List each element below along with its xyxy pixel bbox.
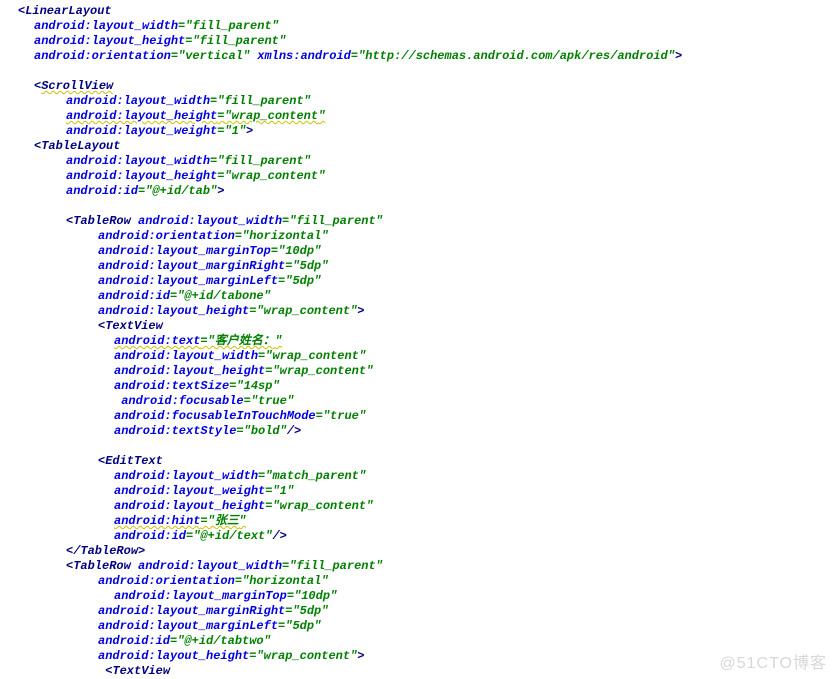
line: android:text="客户姓名：" <box>18 334 837 349</box>
line: android:orientation="horizontal" <box>18 229 837 244</box>
line: android:layout_height="wrap_content" <box>18 109 837 124</box>
line: android:layout_marginRight="5dp" <box>18 259 837 274</box>
line: android:layout_weight="1" <box>18 484 837 499</box>
line: android:id="@+id/tabtwo" <box>18 634 837 649</box>
line: android:layout_width="match_parent" <box>18 469 837 484</box>
line: android:textSize="14sp" <box>18 379 837 394</box>
line: android:layout_height="wrap_content" <box>18 499 837 514</box>
line: android:layout_weight="1"> <box>18 124 837 139</box>
code-block: <LinearLayout android:layout_width="fill… <box>0 0 837 679</box>
line: android:layout_height="wrap_content"> <box>18 304 837 319</box>
line: android:orientation="horizontal" <box>18 574 837 589</box>
line: android:id="@+id/text"/> <box>18 529 837 544</box>
line: android:layout_width="fill_parent" <box>18 154 837 169</box>
line: android:focusable="true" <box>18 394 837 409</box>
line: <LinearLayout <box>18 4 837 19</box>
line: android:layout_marginLeft="5dp" <box>18 619 837 634</box>
line: android:layout_width="fill_parent" <box>18 94 837 109</box>
line: android:id="@+id/tabone" <box>18 289 837 304</box>
line: <TextView <box>18 664 837 679</box>
line: <TableRow android:layout_width="fill_par… <box>18 214 837 229</box>
line: android:orientation="vertical" xmlns:and… <box>18 49 837 64</box>
line: android:id="@+id/tab"> <box>18 184 837 199</box>
line: <TableRow android:layout_width="fill_par… <box>18 559 837 574</box>
line: android:layout_width="wrap_content" <box>18 349 837 364</box>
line: android:layout_marginTop="10dp" <box>18 589 837 604</box>
line: </TableRow> <box>18 544 837 559</box>
line: android:layout_height="wrap_content" <box>18 364 837 379</box>
line: android:layout_height="wrap_content"> <box>18 649 837 664</box>
line: android:textStyle="bold"/> <box>18 424 837 439</box>
line: <ScrollView <box>18 79 837 94</box>
line: android:layout_marginRight="5dp" <box>18 604 837 619</box>
line: <EditText <box>18 454 837 469</box>
line: android:hint="张三" <box>18 514 837 529</box>
line: android:focusableInTouchMode="true" <box>18 409 837 424</box>
line: <TextView <box>18 319 837 334</box>
line: android:layout_width="fill_parent" <box>18 19 837 34</box>
line: <TableLayout <box>18 139 837 154</box>
line: android:layout_height="wrap_content" <box>18 169 837 184</box>
line: android:layout_height="fill_parent" <box>18 34 837 49</box>
watermark: @51CTO博客 <box>719 649 827 673</box>
line: android:layout_marginLeft="5dp" <box>18 274 837 289</box>
line: android:layout_marginTop="10dp" <box>18 244 837 259</box>
